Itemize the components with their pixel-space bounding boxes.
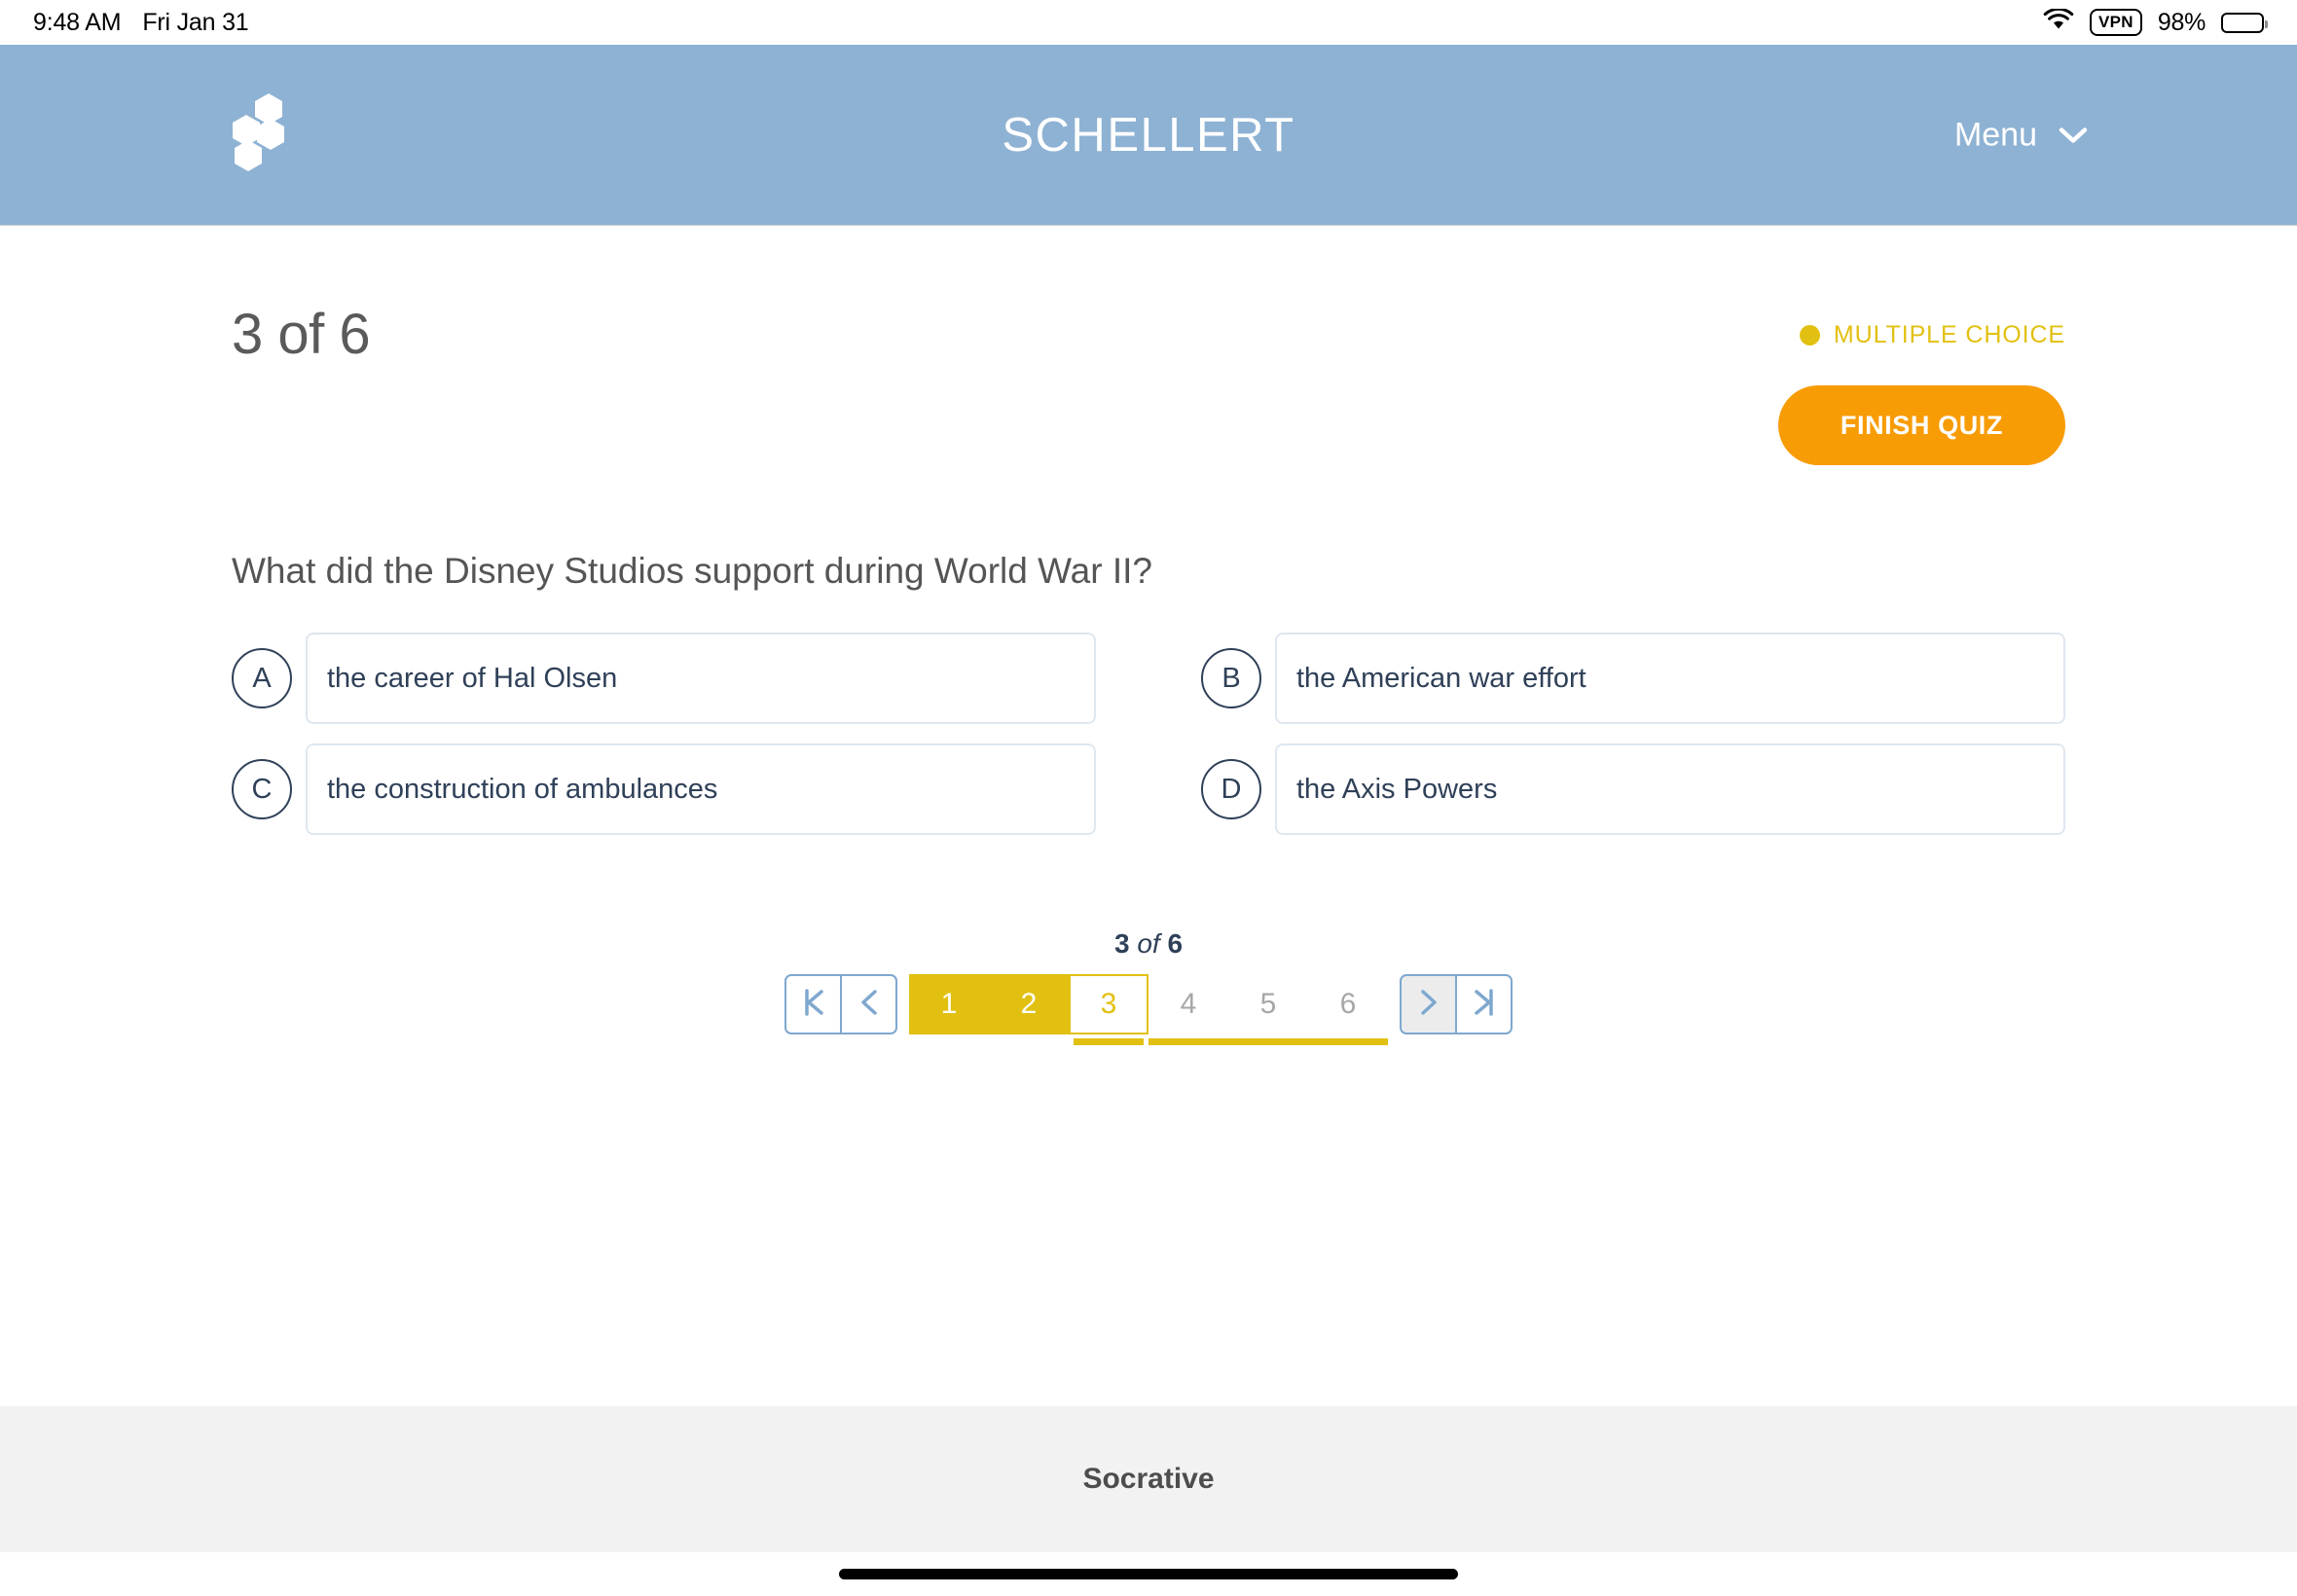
pagination-total: 6 [1167,928,1184,959]
quiz-header-row: 3 of 6 MULTIPLE CHOICE FINISH QUIZ [232,226,2065,465]
answer-option-c[interactable]: C the construction of ambulances [232,744,1096,835]
answer-letter-a: A [232,648,292,708]
last-page-icon [1472,988,1497,1022]
socrative-hexagon-logo[interactable] [232,91,315,179]
status-bar-right: VPN 98% [2043,7,2268,37]
page-bar-4 [1148,1038,1228,1045]
pagination-controls: 1 2 3 4 5 6 [784,974,1513,1045]
chevron-down-icon [2059,116,2088,154]
answer-letter-b: B [1201,648,1261,708]
page-number-6: 6 [1308,974,1388,1034]
answer-text-d[interactable]: the Axis Powers [1275,744,2065,835]
question-text: What did the Disney Studios support duri… [232,551,1152,591]
answer-text-a[interactable]: the career of Hal Olsen [306,633,1096,724]
page-number-4: 4 [1148,974,1228,1034]
answer-option-b[interactable]: B the American war effort [1201,633,2065,724]
ios-status-bar: 9:48 AM Fri Jan 31 VPN 98% [0,0,2297,45]
page-number-3: 3 [1069,974,1148,1034]
pagination-label: 3 of 6 [1114,928,1183,960]
home-indicator[interactable] [839,1569,1458,1579]
answer-text-c[interactable]: the construction of ambulances [306,744,1096,835]
first-page-button[interactable] [784,974,841,1034]
page-bar-2 [989,1038,1069,1045]
battery-percent: 98% [2157,8,2206,36]
page-button-6[interactable]: 6 [1308,974,1388,1045]
first-page-icon [801,988,826,1022]
pagination-of: of [1137,928,1160,959]
previous-page-button[interactable] [841,974,897,1034]
answer-text-b[interactable]: the American war effort [1275,633,2065,724]
page-button-4[interactable]: 4 [1148,974,1228,1045]
app-footer: Socrative [0,1406,2297,1552]
question-type-label: MULTIPLE CHOICE [1833,321,2065,348]
menu-label: Menu [1953,116,2037,153]
answer-option-a[interactable]: A the career of Hal Olsen [232,633,1096,724]
vpn-badge: VPN [2090,8,2142,37]
page-bar-1 [909,1038,989,1045]
page-button-1[interactable]: 1 [909,974,989,1045]
page-number-5: 5 [1228,974,1308,1034]
answer-letter-d: D [1201,759,1261,819]
question-type-badge: MULTIPLE CHOICE [1799,321,2065,349]
menu-button[interactable]: Menu [1954,116,2088,154]
page-button-3[interactable]: 3 [1069,974,1148,1045]
app-header: SCHELLERT Menu [0,45,2297,226]
answer-option-d[interactable]: D the Axis Powers [1201,744,2065,835]
home-indicator-area [0,1552,2297,1596]
pagination-right-nav [1400,974,1513,1034]
page-button-5[interactable]: 5 [1228,974,1308,1045]
wifi-icon [2043,7,2074,37]
page-number-2: 2 [989,974,1069,1034]
finish-quiz-button[interactable]: FINISH QUIZ [1777,385,2065,465]
footer-brand: Socrative [1082,1463,1215,1495]
page-button-2[interactable]: 2 [989,974,1069,1045]
last-page-button[interactable] [1456,974,1513,1034]
question-progress: 3 of 6 [232,303,371,366]
pagination-current: 3 [1113,928,1130,959]
page-number-1: 1 [909,974,989,1034]
page-bar-3 [1074,1038,1144,1045]
page-bar-6 [1308,1038,1388,1045]
next-page-icon [1416,988,1441,1022]
status-bar-left: 9:48 AM Fri Jan 31 [33,9,249,37]
answer-options: A the career of Hal Olsen B the American… [232,633,2065,835]
pagination-pages: 1 2 3 4 5 6 [909,974,1388,1045]
page-title: SCHELLERT [1002,108,1295,162]
pagination: 3 of 6 1 2 3 4 5 6 [232,928,2065,1045]
previous-page-icon [857,988,882,1022]
answer-letter-c: C [232,759,292,819]
pagination-left-nav [784,974,897,1034]
battery-full-icon [2221,12,2268,33]
quiz-main: 3 of 6 MULTIPLE CHOICE FINISH QUIZ What … [0,226,2297,1406]
next-page-button[interactable] [1400,974,1456,1034]
quiz-header-right: MULTIPLE CHOICE FINISH QUIZ [1777,302,2065,465]
status-date: Fri Jan 31 [142,8,249,36]
status-time: 9:48 AM [33,8,122,36]
page-bar-5 [1228,1038,1308,1045]
status-dot-icon [1799,325,1820,345]
